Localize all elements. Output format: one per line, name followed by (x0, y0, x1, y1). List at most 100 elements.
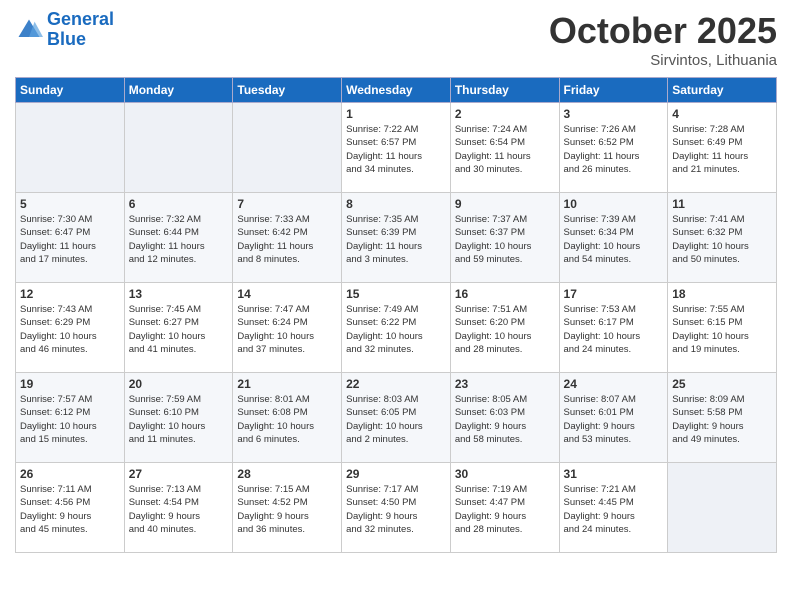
weekday-header-monday: Monday (124, 78, 233, 103)
day-info: Sunrise: 7:47 AM Sunset: 6:24 PM Dayligh… (237, 303, 337, 356)
day-info: Sunrise: 7:19 AM Sunset: 4:47 PM Dayligh… (455, 483, 555, 536)
calendar-cell: 2Sunrise: 7:24 AM Sunset: 6:54 PM Daylig… (450, 103, 559, 193)
day-number: 26 (20, 467, 120, 481)
day-info: Sunrise: 8:09 AM Sunset: 5:58 PM Dayligh… (672, 393, 772, 446)
day-number: 13 (129, 287, 229, 301)
calendar-cell: 30 Sunrise: 7:19 AM Sunset: 4:47 PM Dayli… (450, 463, 559, 553)
day-number: 19 (20, 377, 120, 391)
calendar-cell: 9 Sunrise: 7:37 AM Sunset: 6:37 PM Daylig… (450, 193, 559, 283)
calendar-cell: 31Sunrise: 7:21 AM Sunset: 4:45 PM Dayli… (559, 463, 668, 553)
calendar-cell: 8Sunrise: 7:35 AM Sunset: 6:39 PM Daylig… (342, 193, 451, 283)
day-info: Sunrise: 7:45 AM Sunset: 6:27 PM Dayligh… (129, 303, 229, 356)
calendar-cell (668, 463, 777, 553)
day-number: 9 (455, 197, 555, 211)
page-container: General Blue October 2025 Sirvintos, Lit… (0, 0, 792, 563)
day-info: Sunrise: 7:32 AM Sunset: 6:44 PM Dayligh… (129, 213, 229, 266)
weekday-header-tuesday: Tuesday (233, 78, 342, 103)
header: General Blue October 2025 Sirvintos, Lit… (15, 10, 777, 69)
day-number: 17 (564, 287, 664, 301)
week-row-1: 1Sunrise: 7:22 AM Sunset: 6:57 PM Daylig… (16, 103, 777, 193)
day-number: 16 (455, 287, 555, 301)
day-info: Sunrise: 7:59 AM Sunset: 6:10 PM Dayligh… (129, 393, 229, 446)
day-number: 29 (346, 467, 446, 481)
day-number: 14 (237, 287, 337, 301)
calendar-table: SundayMondayTuesdayWednesdayThursdayFrid… (15, 77, 777, 553)
day-info: Sunrise: 7:37 AM Sunset: 6:37 PM Dayligh… (455, 213, 555, 266)
calendar-cell: 6Sunrise: 7:32 AM Sunset: 6:44 PM Daylig… (124, 193, 233, 283)
day-number: 5 (20, 197, 120, 211)
day-number: 25 (672, 377, 772, 391)
calendar-cell: 23 Sunrise: 8:05 AM Sunset: 6:03 PM Dayli… (450, 373, 559, 463)
calendar-cell: 26Sunrise: 7:11 AM Sunset: 4:56 PM Dayli… (16, 463, 125, 553)
day-info: Sunrise: 7:30 AM Sunset: 6:47 PM Dayligh… (20, 213, 120, 266)
calendar-cell: 22 Sunrise: 8:03 AM Sunset: 6:05 PM Dayli… (342, 373, 451, 463)
day-info: Sunrise: 7:13 AM Sunset: 4:54 PM Dayligh… (129, 483, 229, 536)
day-number: 4 (672, 107, 772, 121)
calendar-cell: 20 Sunrise: 7:59 AM Sunset: 6:10 PM Dayli… (124, 373, 233, 463)
calendar-cell: 3 Sunrise: 7:26 AM Sunset: 6:52 PM Daylig… (559, 103, 668, 193)
day-info: Sunrise: 7:21 AM Sunset: 4:45 PM Dayligh… (564, 483, 664, 536)
month-title: October 2025 (549, 10, 777, 52)
day-number: 15 (346, 287, 446, 301)
day-info: Sunrise: 7:43 AM Sunset: 6:29 PM Dayligh… (20, 303, 120, 356)
day-number: 18 (672, 287, 772, 301)
day-number: 27 (129, 467, 229, 481)
day-info: Sunrise: 7:41 AM Sunset: 6:32 PM Dayligh… (672, 213, 772, 266)
logo-general: General (47, 9, 114, 29)
logo: General Blue (15, 10, 114, 50)
day-info: Sunrise: 8:01 AM Sunset: 6:08 PM Dayligh… (237, 393, 337, 446)
calendar-cell: 27 Sunrise: 7:13 AM Sunset: 4:54 PM Dayli… (124, 463, 233, 553)
calendar-cell: 14 Sunrise: 7:47 AM Sunset: 6:24 PM Dayli… (233, 283, 342, 373)
calendar-cell: 24 Sunrise: 8:07 AM Sunset: 6:01 PM Dayli… (559, 373, 668, 463)
weekday-header-thursday: Thursday (450, 78, 559, 103)
weekday-header-wednesday: Wednesday (342, 78, 451, 103)
day-number: 7 (237, 197, 337, 211)
calendar-cell: 25 Sunrise: 8:09 AM Sunset: 5:58 PM Dayli… (668, 373, 777, 463)
calendar-cell (124, 103, 233, 193)
calendar-cell: 19 Sunrise: 7:57 AM Sunset: 6:12 PM Dayli… (16, 373, 125, 463)
location: Sirvintos, Lithuania (549, 52, 777, 69)
calendar-cell: 7Sunrise: 7:33 AM Sunset: 6:42 PM Daylig… (233, 193, 342, 283)
calendar-cell (233, 103, 342, 193)
calendar-cell: 10 Sunrise: 7:39 AM Sunset: 6:34 PM Dayli… (559, 193, 668, 283)
day-info: Sunrise: 7:17 AM Sunset: 4:50 PM Dayligh… (346, 483, 446, 536)
day-number: 30 (455, 467, 555, 481)
day-number: 21 (237, 377, 337, 391)
day-info: Sunrise: 7:51 AM Sunset: 6:20 PM Dayligh… (455, 303, 555, 356)
day-number: 20 (129, 377, 229, 391)
calendar-cell: 18Sunrise: 7:55 AM Sunset: 6:15 PM Dayli… (668, 283, 777, 373)
day-info: Sunrise: 7:26 AM Sunset: 6:52 PM Dayligh… (564, 123, 664, 176)
day-info: Sunrise: 7:39 AM Sunset: 6:34 PM Dayligh… (564, 213, 664, 266)
calendar-cell: 16 Sunrise: 7:51 AM Sunset: 6:20 PM Dayli… (450, 283, 559, 373)
day-info: Sunrise: 7:35 AM Sunset: 6:39 PM Dayligh… (346, 213, 446, 266)
week-row-5: 26Sunrise: 7:11 AM Sunset: 4:56 PM Dayli… (16, 463, 777, 553)
day-info: Sunrise: 8:03 AM Sunset: 6:05 PM Dayligh… (346, 393, 446, 446)
calendar-cell: 15 Sunrise: 7:49 AM Sunset: 6:22 PM Dayli… (342, 283, 451, 373)
title-block: October 2025 Sirvintos, Lithuania (549, 10, 777, 69)
day-info: Sunrise: 7:57 AM Sunset: 6:12 PM Dayligh… (20, 393, 120, 446)
week-row-2: 5 Sunrise: 7:30 AM Sunset: 6:47 PM Daylig… (16, 193, 777, 283)
day-info: Sunrise: 8:07 AM Sunset: 6:01 PM Dayligh… (564, 393, 664, 446)
logo-icon (15, 16, 43, 44)
calendar-cell: 12Sunrise: 7:43 AM Sunset: 6:29 PM Dayli… (16, 283, 125, 373)
day-number: 3 (564, 107, 664, 121)
day-info: Sunrise: 7:53 AM Sunset: 6:17 PM Dayligh… (564, 303, 664, 356)
day-number: 24 (564, 377, 664, 391)
day-info: Sunrise: 7:24 AM Sunset: 6:54 PM Dayligh… (455, 123, 555, 176)
day-number: 23 (455, 377, 555, 391)
calendar-cell (16, 103, 125, 193)
day-info: Sunrise: 7:22 AM Sunset: 6:57 PM Dayligh… (346, 123, 446, 176)
day-info: Sunrise: 7:28 AM Sunset: 6:49 PM Dayligh… (672, 123, 772, 176)
day-info: Sunrise: 7:49 AM Sunset: 6:22 PM Dayligh… (346, 303, 446, 356)
calendar-cell: 4 Sunrise: 7:28 AM Sunset: 6:49 PM Daylig… (668, 103, 777, 193)
weekday-header-friday: Friday (559, 78, 668, 103)
day-number: 28 (237, 467, 337, 481)
day-number: 10 (564, 197, 664, 211)
calendar-cell: 13 Sunrise: 7:45 AM Sunset: 6:27 PM Dayli… (124, 283, 233, 373)
week-row-4: 19 Sunrise: 7:57 AM Sunset: 6:12 PM Dayli… (16, 373, 777, 463)
day-number: 22 (346, 377, 446, 391)
calendar-cell: 1Sunrise: 7:22 AM Sunset: 6:57 PM Daylig… (342, 103, 451, 193)
day-info: Sunrise: 8:05 AM Sunset: 6:03 PM Dayligh… (455, 393, 555, 446)
weekday-header-row: SundayMondayTuesdayWednesdayThursdayFrid… (16, 78, 777, 103)
weekday-header-sunday: Sunday (16, 78, 125, 103)
